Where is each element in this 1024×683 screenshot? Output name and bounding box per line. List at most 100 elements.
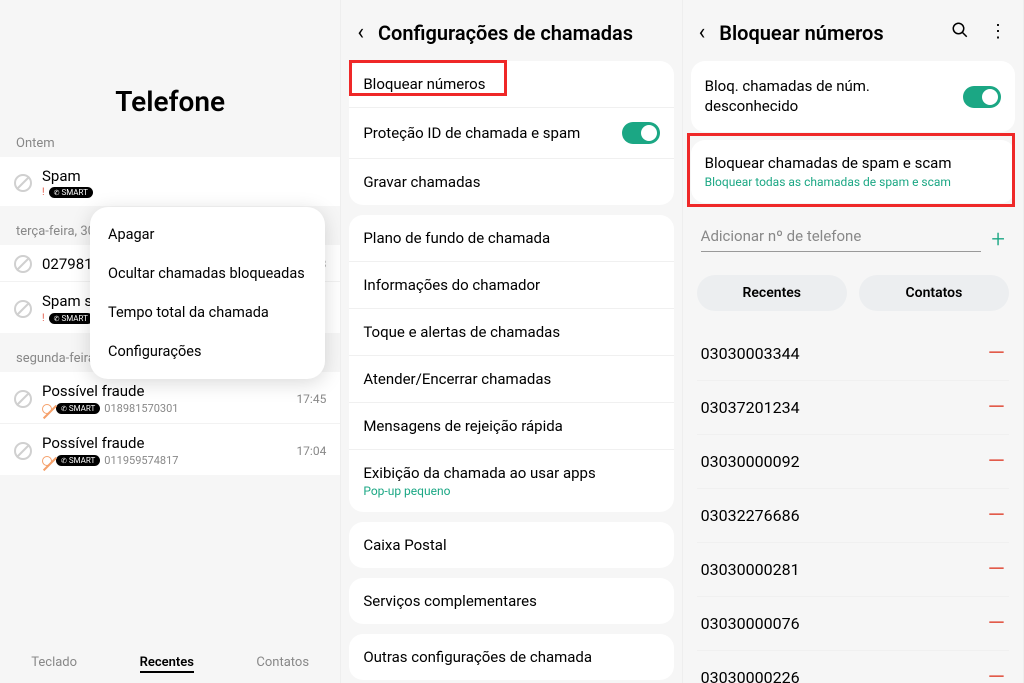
call-sub-number: 011959574817 <box>104 454 178 467</box>
call-name: Possível fraude <box>42 382 286 400</box>
blocked-icon <box>14 300 32 318</box>
blocked-number: 03030000092 <box>701 452 800 471</box>
add-number-input[interactable]: Adicionar nº de telefone <box>701 226 982 252</box>
blocked-item[interactable]: 03030000226 — <box>697 651 1009 683</box>
panel-header: ‹ Bloquear números ⋮ <box>683 0 1023 61</box>
setting-caller-id-spam[interactable]: Proteção ID de chamada e spam <box>349 108 673 159</box>
menu-hide-blocked[interactable]: Ocultar chamadas bloqueadas <box>90 254 325 293</box>
blocked-icon <box>14 174 32 192</box>
fraud-icon <box>42 456 52 466</box>
blocked-number: 03030000076 <box>701 614 800 633</box>
overflow-menu: Apagar Ocultar chamadas bloqueadas Tempo… <box>90 207 325 379</box>
block-numbers-panel: ‹ Bloquear números ⋮ Bloq. chamadas de n… <box>683 0 1024 683</box>
setting-voicemail[interactable]: Caixa Postal <box>349 522 673 568</box>
setting-sublabel: Pop-up pequeno <box>363 484 595 498</box>
setting-caller-info[interactable]: Informações do chamador <box>349 262 673 309</box>
remove-icon[interactable]: — <box>988 449 1005 474</box>
call-time: 17:04 <box>296 444 326 458</box>
setting-label: Outras configurações de chamada <box>363 648 592 666</box>
setting-label: Serviços complementares <box>363 592 537 610</box>
highlight-box <box>349 60 507 96</box>
contacts-button[interactable]: Contatos <box>859 275 1009 311</box>
tab-keypad[interactable]: Teclado <box>31 655 77 673</box>
setting-record-calls[interactable]: Gravar chamadas <box>349 159 673 205</box>
settings-group: Outras configurações de chamada <box>349 634 673 680</box>
setting-label: Mensagens de rejeição rápida <box>363 417 563 435</box>
call-name: Spam <box>42 167 326 185</box>
blocked-item[interactable]: 03030003344 — <box>697 327 1009 381</box>
fraud-icon <box>42 404 52 414</box>
setting-label: Toque e alertas de chamadas <box>363 323 560 341</box>
remove-icon[interactable]: — <box>988 611 1005 636</box>
blocked-icon <box>14 255 32 273</box>
blocked-item[interactable]: 03030000092 — <box>697 435 1009 489</box>
smart-badge: SMART <box>49 313 93 324</box>
toggle-on[interactable] <box>622 122 660 144</box>
setting-call-background[interactable]: Plano de fundo de chamada <box>349 215 673 262</box>
smart-badge: SMART <box>56 455 100 466</box>
search-icon[interactable] <box>951 21 969 44</box>
alert-icon: ! <box>42 187 45 198</box>
page-title: Configurações de chamadas <box>378 21 633 45</box>
bottom-tabs: Teclado Recentes Contatos <box>0 641 340 683</box>
setting-supplementary[interactable]: Serviços complementares <box>349 578 673 624</box>
call-time: 17:45 <box>296 392 326 406</box>
menu-settings[interactable]: Configurações <box>90 332 325 371</box>
remove-icon[interactable]: — <box>988 341 1005 366</box>
blocked-icon <box>14 390 32 408</box>
call-row[interactable]: Possível fraude SMART 018981570301 17:45 <box>0 372 340 423</box>
blocked-icon <box>14 442 32 460</box>
add-number-placeholder: Adicionar nº de telefone <box>701 227 862 245</box>
blocked-number: 03030003344 <box>701 344 800 363</box>
setting-label: Exibição da chamada ao usar apps <box>363 464 595 482</box>
setting-label: Informações do chamador <box>363 276 540 294</box>
tab-contacts[interactable]: Contatos <box>256 655 309 673</box>
call-sub-number: 018981570301 <box>104 402 178 415</box>
more-icon[interactable]: ⋮ <box>989 21 1007 44</box>
settings-group: Caixa Postal <box>349 522 673 568</box>
blocked-number: 03037201234 <box>701 398 800 417</box>
setting-label: Atender/Encerrar chamadas <box>363 370 551 388</box>
setting-label: Caixa Postal <box>363 536 446 554</box>
recents-button[interactable]: Recentes <box>697 275 847 311</box>
remove-icon[interactable]: — <box>988 557 1005 582</box>
blocked-number: 03032276686 <box>701 506 800 525</box>
menu-delete[interactable]: Apagar <box>90 215 325 254</box>
setting-label: Plano de fundo de chamada <box>363 229 550 247</box>
tab-recents[interactable]: Recentes <box>140 655 194 673</box>
setting-call-display-apps[interactable]: Exibição da chamada ao usar apps Pop-up … <box>349 450 673 512</box>
block-unknown-row[interactable]: Bloq. chamadas de núm. desconhecido <box>691 61 1015 132</box>
settings-group: Serviços complementares <box>349 578 673 624</box>
call-name: Possível fraude <box>42 434 286 452</box>
button-row: Recentes Contatos <box>683 257 1023 321</box>
blocked-item[interactable]: 03037201234 — <box>697 381 1009 435</box>
back-icon[interactable]: ‹ <box>699 20 706 45</box>
blocked-item[interactable]: 03032276686 — <box>697 489 1009 543</box>
call-row[interactable]: Possível fraude SMART 011959574817 17:04 <box>0 423 340 475</box>
smart-badge: SMART <box>49 187 93 198</box>
call-settings-panel: ‹ Configurações de chamadas Bloquear núm… <box>341 0 682 683</box>
setting-quick-decline[interactable]: Mensagens de rejeição rápida <box>349 403 673 450</box>
phone-app-panel: Telefone Ontem Spam ! SMART terça-feira,… <box>0 0 341 683</box>
blocked-number: 03030000226 <box>701 668 800 683</box>
smart-badge: SMART <box>56 403 100 414</box>
call-row[interactable]: Spam ! SMART <box>0 157 340 206</box>
block-unknown-label: Bloq. chamadas de núm. desconhecido <box>705 77 963 116</box>
alert-icon: ! <box>42 313 45 324</box>
settings-group: Plano de fundo de chamada Informações do… <box>349 215 673 512</box>
blocked-item[interactable]: 03030000076 — <box>697 597 1009 651</box>
remove-icon[interactable]: — <box>988 395 1005 420</box>
setting-other-call[interactable]: Outras configurações de chamada <box>349 634 673 680</box>
setting-ringtone-alerts[interactable]: Toque e alertas de chamadas <box>349 309 673 356</box>
setting-label: Proteção ID de chamada e spam <box>363 124 580 142</box>
remove-icon[interactable]: — <box>988 503 1005 528</box>
blocked-number: 03030000281 <box>701 560 800 579</box>
menu-call-time[interactable]: Tempo total da chamada <box>90 293 325 332</box>
blocked-item[interactable]: 03030000281 — <box>697 543 1009 597</box>
remove-icon[interactable]: — <box>988 665 1005 683</box>
toggle-on[interactable] <box>963 86 1001 108</box>
add-icon[interactable]: + <box>991 225 1005 253</box>
panel-header: ‹ Configurações de chamadas <box>341 0 681 61</box>
setting-answer-end[interactable]: Atender/Encerrar chamadas <box>349 356 673 403</box>
back-icon[interactable]: ‹ <box>357 20 364 45</box>
